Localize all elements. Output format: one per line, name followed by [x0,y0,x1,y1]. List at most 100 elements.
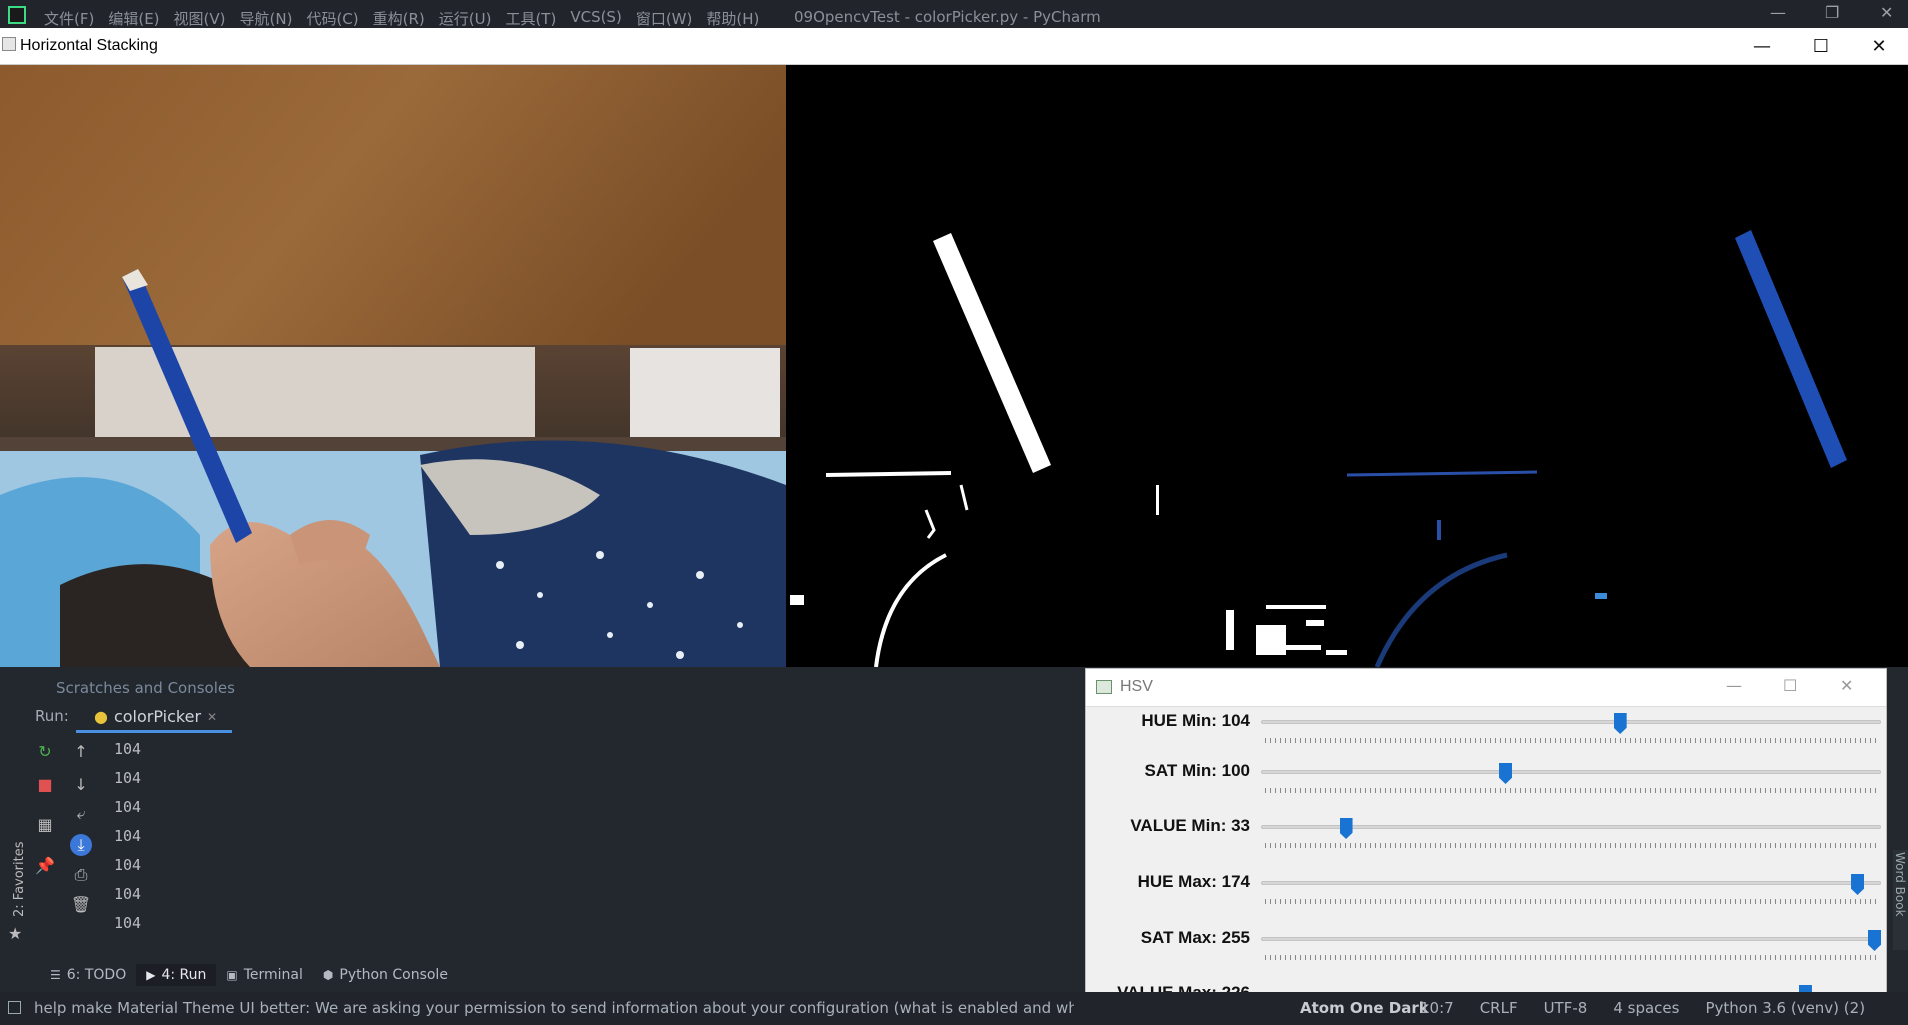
word-book-label: Word Book [1893,852,1907,917]
trackbar-ticks [1265,955,1877,960]
window-app-icon [2,37,16,51]
trackbar-ticks [1265,843,1877,848]
scroll-down-icon[interactable]: ↓ [70,773,92,795]
mask-image [790,233,1347,667]
trackbar-label: SAT Min: 100 [1144,761,1250,780]
status-item[interactable]: Python 3.6 (venv) (2) [1705,999,1865,1017]
trackbar-track[interactable] [1261,720,1881,724]
trackbar-track[interactable] [1261,770,1881,774]
theme-name[interactable]: Atom One Dark [1300,999,1429,1017]
trackbar-label: HUE Max: 174 [1137,872,1250,891]
tab-colorpicker[interactable]: ● colorPicker ✕ [76,703,232,733]
scroll-to-end-icon[interactable]: ⤓ [70,834,92,856]
menu-item[interactable]: 代码(C) [306,8,358,29]
menu-item[interactable]: 窗口(W) [636,8,693,29]
trackbar-label: HUE Min: 104 [1141,711,1250,730]
favorites-label: 2: Favorites [12,841,27,917]
scroll-up-icon[interactable]: ↑ [70,740,92,762]
soft-wrap-icon[interactable]: ⤶ [70,803,92,825]
stack-window-titlebar: Horizontal Stacking — ☐ ✕ [0,28,1908,65]
status-right-items: 10:7 CRLF UTF-8 4 spaces Python 3.6 (venv) (… [1420,999,1865,1017]
stack-minimize-button[interactable]: — [1733,32,1791,60]
menu-item[interactable]: 导航(N) [240,8,293,29]
close-tab-icon[interactable]: ✕ [207,710,217,724]
play-icon: ▶ [146,968,156,982]
status-bar: help make Material Theme UI better: We a… [0,992,1908,1025]
status-item[interactable]: CRLF [1480,999,1518,1017]
menu-item[interactable]: 视图(V) [174,8,226,29]
stack-window-title: Horizontal Stacking [20,37,158,54]
rerun-icon[interactable]: ↻ [34,740,56,762]
hsv-maximize-button[interactable]: ☐ [1783,676,1797,695]
menu-item[interactable]: 编辑(E) [108,8,159,29]
trackbar-thumb[interactable] [1868,930,1881,951]
stack-maximize-button[interactable]: ☐ [1792,32,1850,60]
status-message[interactable]: help make Material Theme UI better: We a… [34,999,1074,1017]
trackbar-thumb[interactable] [1339,818,1353,839]
console-line: 104 [114,740,142,758]
scratches-label[interactable]: Scratches and Consoles [56,679,235,697]
trackbar-ticks [1265,738,1877,743]
trackbar-ticks [1265,788,1877,793]
trackbar-track[interactable] [1261,937,1881,941]
trash-icon[interactable]: 🗑 [70,893,92,915]
trackbar-thumb[interactable] [1851,874,1865,895]
trackbar-label: VALUE Min: 33 [1130,816,1250,835]
ide-close-icon[interactable]: ✕ [1880,3,1893,22]
hsv-title: HSV [1120,678,1153,695]
menu-item[interactable]: VCS(S) [570,8,621,29]
tool-tab-label: Terminal [243,967,303,983]
print-icon[interactable]: ⎙ [70,864,92,886]
word-book-side-tab[interactable]: Word Book [1893,850,1908,950]
menu-item[interactable]: 运行(U) [439,8,492,29]
hsv-titlebar: HSV — ☐ ✕ [1086,669,1886,707]
horizontal-stacking-window: Horizontal Stacking — ☐ ✕ [0,28,1908,667]
console-line: 104 [114,769,142,787]
menu-item[interactable]: 工具(T) [505,8,556,29]
hsv-close-button[interactable]: ✕ [1840,676,1853,695]
tool-tab[interactable]: ▶ 4: Run [136,964,217,986]
hsv-window: HSV — ☐ ✕ HUE Min: 104 SAT Min: 100 VALUE … [1085,668,1887,1010]
trackbar-thumb[interactable] [1613,713,1627,734]
menu-item[interactable]: 帮助(H) [706,8,759,29]
tool-tab-label: 4: Run [161,967,207,983]
console-line: 104 [114,827,142,845]
console-line: 104 [114,856,142,874]
console-line: 104 [114,914,142,932]
ide-window-title: 09OpencvTest - colorPicker.py - PyCharm [794,8,1101,26]
status-item[interactable]: 4 spaces [1613,999,1679,1017]
trackbar-ticks [1265,899,1877,904]
trackbar-track[interactable] [1261,825,1881,829]
star-icon[interactable]: ★ [8,924,22,943]
ide-minimize-icon[interactable]: — [1770,3,1786,22]
hsv-minimize-button[interactable]: — [1726,676,1742,695]
tool-window-tabs: ☰ 6: TODO ▶ 4: Run ▣ Terminal ⬢ Python Console [40,964,458,986]
layout-icon[interactable]: ▦ [34,813,56,835]
trackbar-label: SAT Max: 255 [1140,928,1250,947]
favorites-sidebar[interactable]: 2: Favorites [10,807,30,927]
tool-tab[interactable]: ⬢ Python Console [313,964,458,986]
menu-item[interactable]: 文件(F) [44,8,94,29]
status-item[interactable]: UTF-8 [1544,999,1588,1017]
list-icon: ☰ [50,968,61,982]
tool-tab[interactable]: ☰ 6: TODO [40,964,136,986]
ide-title-bar: 文件(F) 编辑(E) 视图(V) 导航(N) 代码(C) 重构(R) 运行(U) 工具(T)… [0,0,1908,28]
tool-tab[interactable]: ▣ Terminal [216,964,313,986]
tool-tab-label: Python Console [339,967,448,983]
ide-restore-icon[interactable]: ❐ [1825,3,1839,22]
status-toggle-icon[interactable] [8,1001,21,1014]
result-frame [1347,65,1908,667]
window-app-icon [1096,680,1112,694]
pin-icon[interactable]: 📌 [34,854,56,876]
stack-close-button[interactable]: ✕ [1850,32,1908,60]
camera-image [0,65,786,667]
menu-item[interactable]: 重构(R) [373,8,425,29]
python-icon: ⬢ [322,968,334,982]
trackbar-thumb[interactable] [1499,763,1513,784]
trackbar-track[interactable] [1261,881,1881,885]
result-image [1347,230,1847,667]
stop-icon[interactable]: ■ [34,773,56,795]
terminal-icon: ▣ [226,968,238,982]
status-item[interactable]: 10:7 [1420,999,1454,1017]
run-label: Run: [35,707,69,725]
